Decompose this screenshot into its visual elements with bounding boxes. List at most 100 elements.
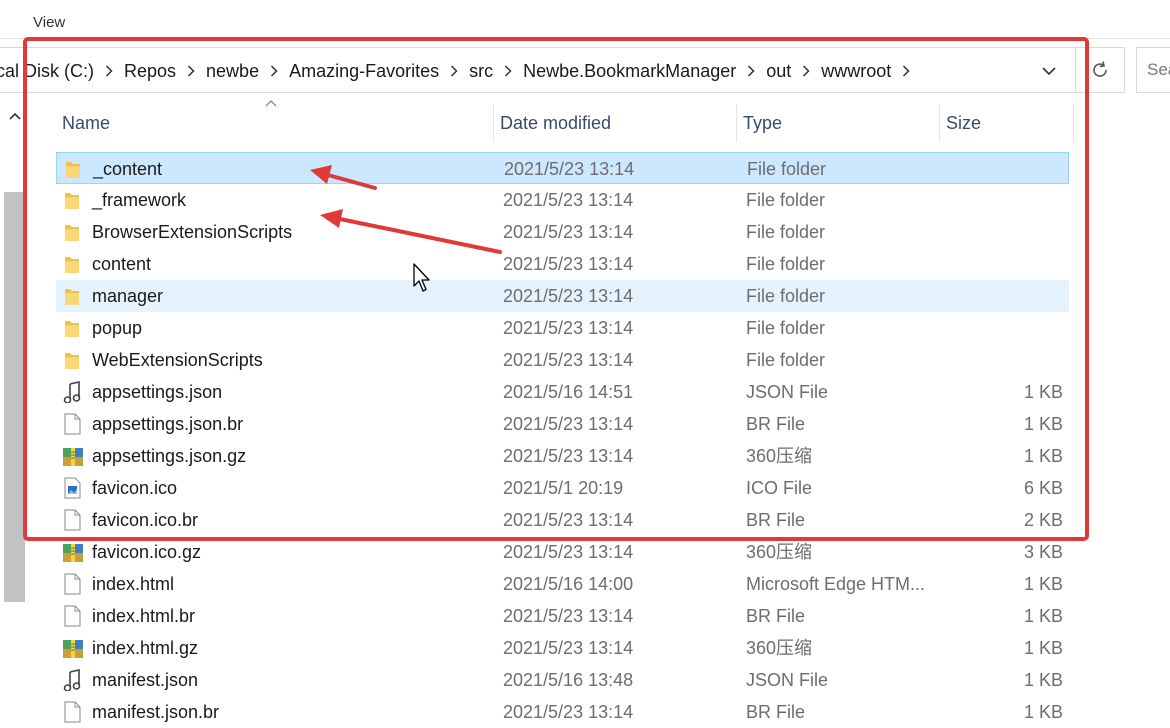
file-name: _framework: [92, 190, 187, 210]
file-size: 6 KB: [1023, 478, 1063, 498]
file-type: File folder: [746, 350, 826, 370]
file-name: _content: [93, 159, 163, 179]
file-date-modified: 2021/5/23 13:14: [503, 222, 634, 242]
file-size: 1 KB: [1023, 670, 1063, 690]
file-date-modified: 2021/5/23 13:14: [504, 159, 635, 179]
file-row[interactable]: index.html.br 2021/5/23 13:14 BR File 1 KB: [56, 600, 1069, 632]
file-row[interactable]: favicon.ico.gz 2021/5/23 13:14 360压缩 3 KB: [56, 536, 1069, 568]
breadcrumb-item[interactable]: Newbe.BookmarkManager: [523, 61, 736, 82]
file-type: Microsoft Edge HTM...: [746, 574, 926, 594]
search-input[interactable]: [1137, 48, 1170, 92]
breadcrumb-separator[interactable]: [493, 65, 523, 77]
column-header-size[interactable]: Size: [939, 104, 1074, 142]
breadcrumb-separator[interactable]: [439, 65, 469, 77]
chevron-right-icon: [451, 65, 458, 77]
breadcrumb-item[interactable]: newbe: [206, 61, 259, 82]
file-date-modified: 2021/5/23 13:14: [503, 286, 634, 306]
chevron-down-icon: [1042, 66, 1056, 75]
file-row[interactable]: favicon.ico 2021/5/1 20:19 ICO File 6 KB: [56, 472, 1069, 504]
file-row[interactable]: index.html.gz 2021/5/23 13:14 360压缩 1 KB: [56, 632, 1069, 664]
file-date-modified: 2021/5/16 14:00: [503, 574, 634, 594]
file-row[interactable]: WebExtensionScripts 2021/5/23 13:14 File f…: [56, 344, 1069, 376]
column-header-row: Name Date modified Type Size: [56, 104, 1076, 142]
column-header-name[interactable]: Name: [56, 104, 493, 142]
file-type: File folder: [746, 222, 826, 242]
file-name: manager: [92, 286, 164, 306]
breadcrumb-separator[interactable]: [791, 65, 821, 77]
file-row[interactable]: _content 2021/5/23 13:14 File folder: [56, 152, 1069, 184]
breadcrumb-item[interactable]: Amazing-Favorites: [289, 61, 439, 82]
file-date-modified: 2021/5/16 14:51: [503, 382, 634, 402]
breadcrumb-separator[interactable]: [176, 65, 206, 77]
breadcrumb-item[interactable]: out: [766, 61, 791, 82]
file-name: index.html.br: [92, 606, 196, 626]
blank-file-icon: [62, 605, 82, 627]
file-row[interactable]: manifest.json.br 2021/5/23 13:14 BR File 1 …: [56, 696, 1069, 728]
file-size: 3 KB: [1023, 542, 1063, 562]
file-name: index.html: [92, 574, 175, 594]
ribbon-divider: [0, 38, 1170, 39]
menu-view[interactable]: View: [33, 14, 65, 31]
breadcrumb: cal Disk (C:) Repos newbe Amazing-Favorites…: [0, 48, 921, 94]
file-row[interactable]: favicon.ico.br 2021/5/23 13:14 BR File 2 KB: [56, 504, 1069, 536]
folder-icon: [62, 317, 82, 339]
caret-up-icon: [9, 112, 21, 120]
breadcrumb-item[interactable]: Repos: [124, 61, 176, 82]
breadcrumb-separator[interactable]: [891, 65, 921, 77]
file-type: File folder: [746, 318, 826, 338]
breadcrumb-item[interactable]: cal Disk (C:): [0, 61, 94, 82]
file-name: favicon.ico.gz: [92, 542, 202, 562]
file-date-modified: 2021/5/23 13:14: [503, 318, 634, 338]
file-name: content: [92, 254, 152, 274]
breadcrumb-separator[interactable]: [94, 65, 124, 77]
file-name: appsettings.json.gz: [92, 446, 247, 466]
file-type: BR File: [746, 606, 806, 626]
chevron-right-icon: [505, 65, 512, 77]
scrollbar-thumb[interactable]: [4, 192, 25, 602]
folder-icon: [62, 189, 82, 211]
chevron-right-icon: [105, 65, 113, 77]
file-size: 1 KB: [1023, 574, 1063, 594]
file-name: favicon.ico.br: [92, 510, 199, 530]
file-row[interactable]: _framework 2021/5/23 13:14 File folder: [56, 184, 1069, 216]
file-row[interactable]: manifest.json 2021/5/16 13:48 JSON File 1 K…: [56, 664, 1069, 696]
file-size: 1 KB: [1023, 638, 1063, 658]
file-date-modified: 2021/5/23 13:14: [503, 510, 634, 530]
file-row[interactable]: BrowserExtensionScripts 2021/5/23 13:14 Fi…: [56, 216, 1069, 248]
breadcrumb-separator[interactable]: [736, 65, 766, 77]
file-name: favicon.ico: [92, 478, 178, 498]
file-type: JSON File: [746, 670, 829, 690]
search-box[interactable]: [1136, 47, 1170, 93]
file-type: BR File: [746, 510, 806, 530]
address-bar[interactable]: cal Disk (C:) Repos newbe Amazing-Favorites…: [0, 47, 1076, 93]
chevron-right-icon: [748, 65, 755, 77]
file-row[interactable]: manager 2021/5/23 13:14 File folder: [56, 280, 1069, 312]
file-row[interactable]: index.html 2021/5/16 14:00 Microsoft Edge …: [56, 568, 1069, 600]
breadcrumb-item[interactable]: src: [469, 61, 493, 82]
file-row[interactable]: content 2021/5/23 13:14 File folder: [56, 248, 1069, 280]
folder-icon: [62, 349, 82, 371]
address-history-dropdown[interactable]: [1038, 62, 1060, 80]
file-name: BrowserExtensionScripts: [92, 222, 293, 242]
scroll-up-button[interactable]: [8, 110, 22, 122]
file-row[interactable]: appsettings.json 2021/5/16 14:51 JSON File…: [56, 376, 1069, 408]
column-header-type[interactable]: Type: [736, 104, 939, 142]
file-row[interactable]: appsettings.json.gz 2021/5/23 13:14 360压缩 1…: [56, 440, 1069, 472]
file-date-modified: 2021/5/23 13:14: [503, 606, 634, 626]
file-row[interactable]: appsettings.json.br 2021/5/23 13:14 BR Fil…: [56, 408, 1069, 440]
refresh-button[interactable]: [1075, 47, 1125, 93]
breadcrumb-item[interactable]: wwwroot: [821, 61, 891, 82]
archive-file-icon: [62, 445, 83, 467]
mouse-cursor-icon: [413, 263, 430, 292]
column-header-date-modified[interactable]: Date modified: [493, 104, 736, 142]
file-type: File folder: [747, 159, 827, 179]
breadcrumb-separator[interactable]: [259, 65, 289, 77]
file-size: 1 KB: [1023, 382, 1063, 402]
chevron-right-icon: [271, 65, 278, 77]
archive-file-icon: [62, 637, 83, 659]
blank-file-icon: [62, 413, 82, 435]
file-row[interactable]: popup 2021/5/23 13:14 File folder: [56, 312, 1069, 344]
chevron-right-icon: [903, 65, 910, 77]
archive-file-icon: [62, 541, 83, 563]
file-type: File folder: [746, 286, 826, 306]
